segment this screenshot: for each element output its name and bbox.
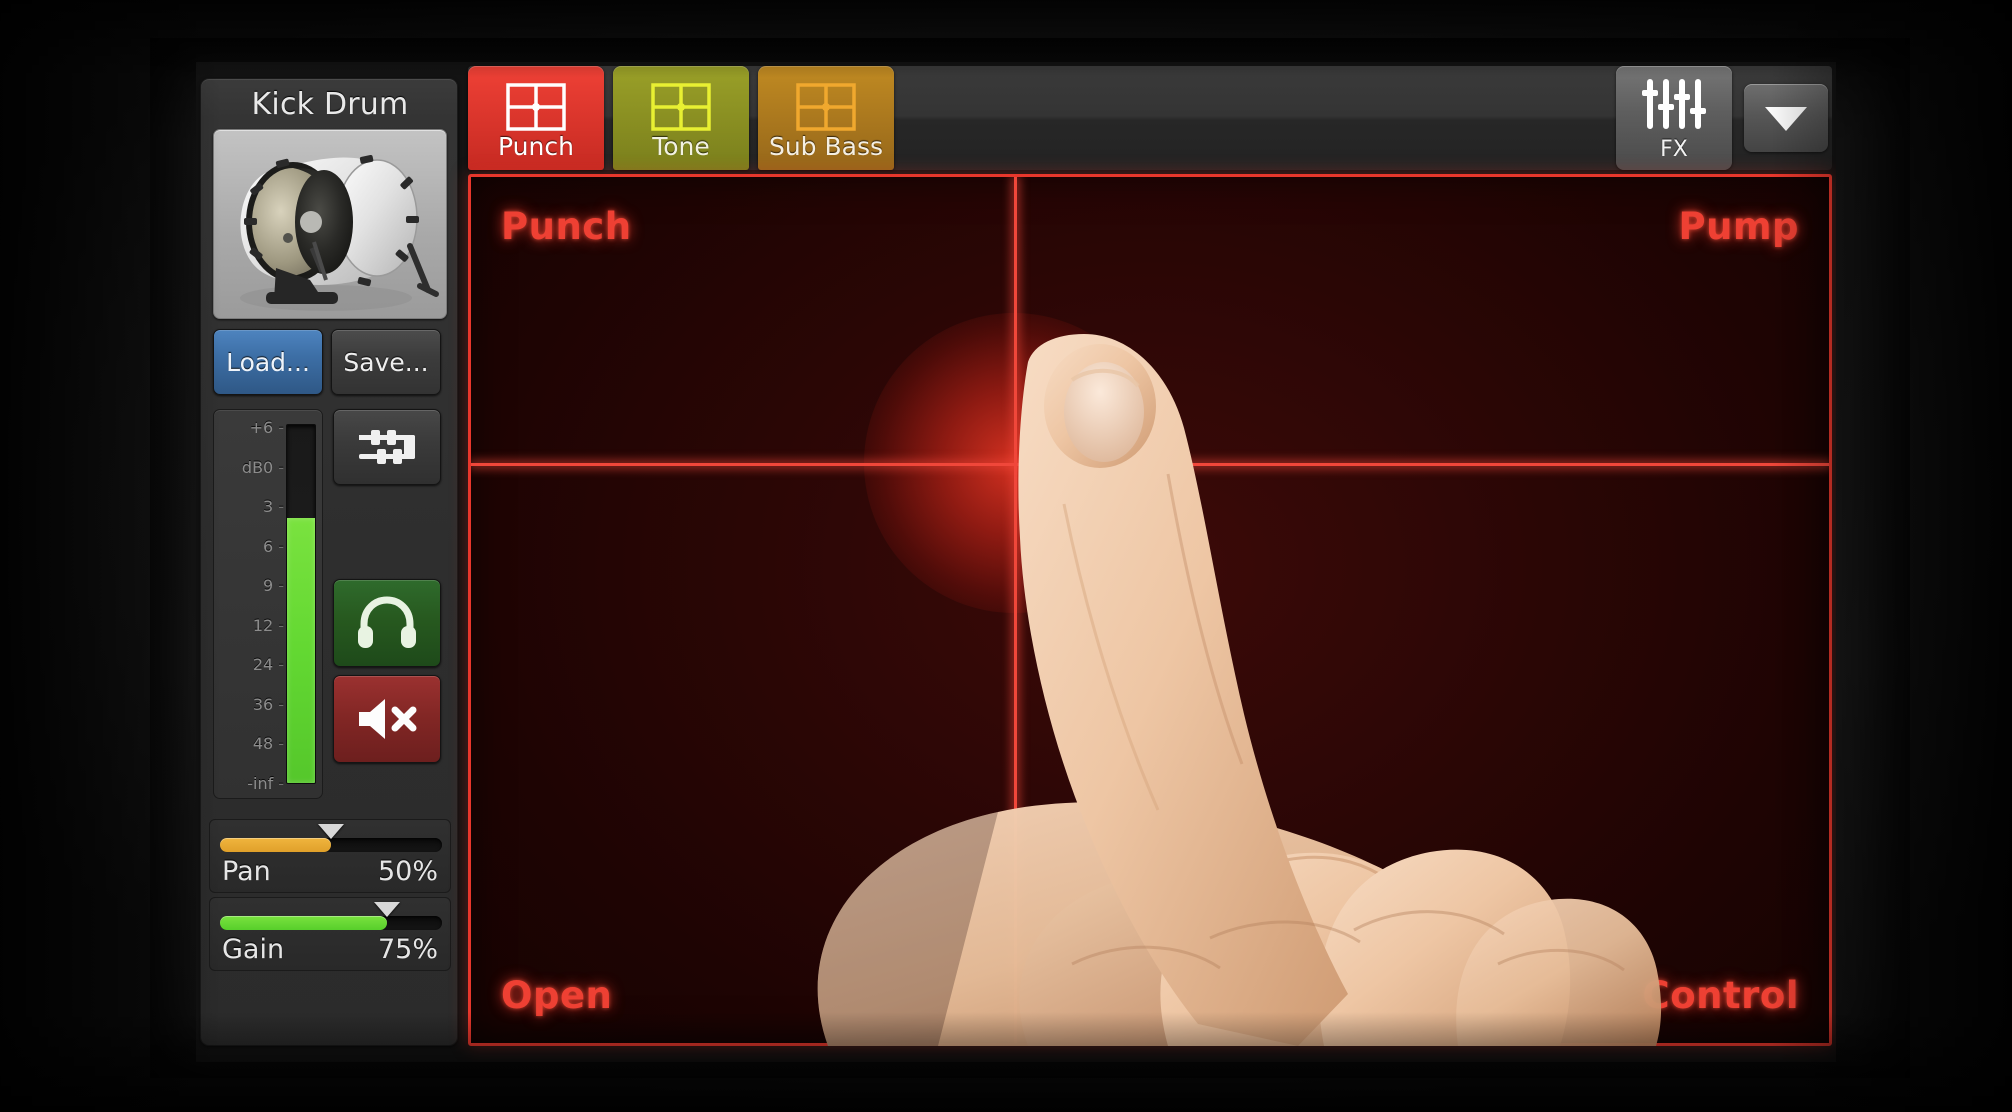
headphones-button[interactable] xyxy=(333,579,441,667)
xy-crosshair-horizontal xyxy=(471,462,1829,466)
tab-label: Sub Bass xyxy=(768,132,884,161)
save-button-label: Save... xyxy=(343,347,429,377)
fx-sliders-icon xyxy=(1642,79,1706,129)
gain-slider-thumb[interactable] xyxy=(373,902,400,917)
meter-tick-label: dB0- xyxy=(241,457,284,477)
save-button[interactable]: Save... xyxy=(331,329,441,395)
fx-button[interactable]: FX xyxy=(1616,66,1732,170)
pan-slider-fill xyxy=(220,838,331,852)
headphones-icon xyxy=(358,596,416,648)
tab-punch[interactable]: Punch xyxy=(468,66,604,170)
meter-tick-label: 48- xyxy=(252,734,284,754)
meter-track xyxy=(286,424,316,784)
load-button-label: Load... xyxy=(226,347,310,377)
gain-slider-track[interactable] xyxy=(220,902,442,930)
gain-slider-fill xyxy=(220,916,387,930)
tab-sub-bass[interactable]: Sub Bass xyxy=(758,66,894,170)
meter-tick-label: 12- xyxy=(252,615,284,635)
meter-tick-label: 3- xyxy=(263,497,284,517)
pan-slider-label: Pan xyxy=(222,856,271,887)
pan-slider-value: 50% xyxy=(377,856,438,887)
xy-grid-icon xyxy=(506,83,566,131)
chevron-down-icon xyxy=(1765,107,1807,131)
xy-label-top-left: Punch xyxy=(501,205,632,248)
meter-tick-label: 36- xyxy=(252,694,284,714)
meter-tick-label: -inf - xyxy=(247,774,284,793)
tab-label: Punch xyxy=(498,132,574,161)
meter-tick-label: 9- xyxy=(263,576,284,596)
meter-level-fill xyxy=(287,518,315,783)
xy-pad[interactable]: Punch Pump Open Control xyxy=(468,174,1832,1046)
mixer-sliders-icon xyxy=(359,430,415,464)
xy-label-top-right: Pump xyxy=(1678,205,1799,248)
meter-tick-label: 24- xyxy=(252,655,284,675)
page-title: Kick Drum xyxy=(251,87,409,122)
channel-strip-sidebar: Kick Drum Load... Save... +6 - dB0 - 3 -… xyxy=(200,78,458,1046)
xy-grid-icon xyxy=(796,83,856,131)
device-bezel: Kick Drum Load... Save... +6 - dB0 - 3 -… xyxy=(0,0,2012,1112)
level-meter-panel: +6- dB0- 3- 6- 9- 12- 24- 36- 48- -inf - xyxy=(213,409,323,799)
pan-slider-thumb[interactable] xyxy=(318,824,344,839)
gain-slider-label: Gain xyxy=(222,934,285,965)
kick-drum-icon xyxy=(240,154,439,311)
fx-button-label: FX xyxy=(1660,137,1688,162)
xy-label-bottom-left: Open xyxy=(501,974,613,1017)
xy-label-bottom-right: Control xyxy=(1642,974,1799,1017)
meter-tick-label: +6- xyxy=(249,418,284,437)
tab-label: Tone xyxy=(652,132,710,161)
instrument-thumbnail[interactable] xyxy=(213,129,447,319)
xy-crosshair-vertical xyxy=(1014,177,1018,1043)
load-button[interactable]: Load... xyxy=(213,329,323,395)
pad-tab-bar: Sub Bass Tone Punch FX xyxy=(468,66,1832,170)
mixer-button[interactable] xyxy=(333,409,441,485)
meter-scale: +6- dB0- 3- 6- 9- 12- 24- 36- 48- -inf - xyxy=(214,418,286,793)
mute-button[interactable] xyxy=(333,675,441,763)
tab-tone[interactable]: Tone xyxy=(613,66,749,170)
gain-slider-value: 75% xyxy=(377,934,438,965)
xy-grid-icon xyxy=(651,83,711,131)
app-screen: Kick Drum Load... Save... +6 - dB0 - 3 -… xyxy=(196,62,1836,1062)
pan-slider-row[interactable]: Pan 50% xyxy=(209,819,451,893)
gain-slider-row[interactable]: Gain 75% xyxy=(209,897,451,971)
pan-slider-track[interactable] xyxy=(220,824,442,852)
dropdown-button[interactable] xyxy=(1744,84,1828,152)
meter-tick-label: 6- xyxy=(263,536,284,556)
speaker-mute-icon xyxy=(359,699,417,739)
